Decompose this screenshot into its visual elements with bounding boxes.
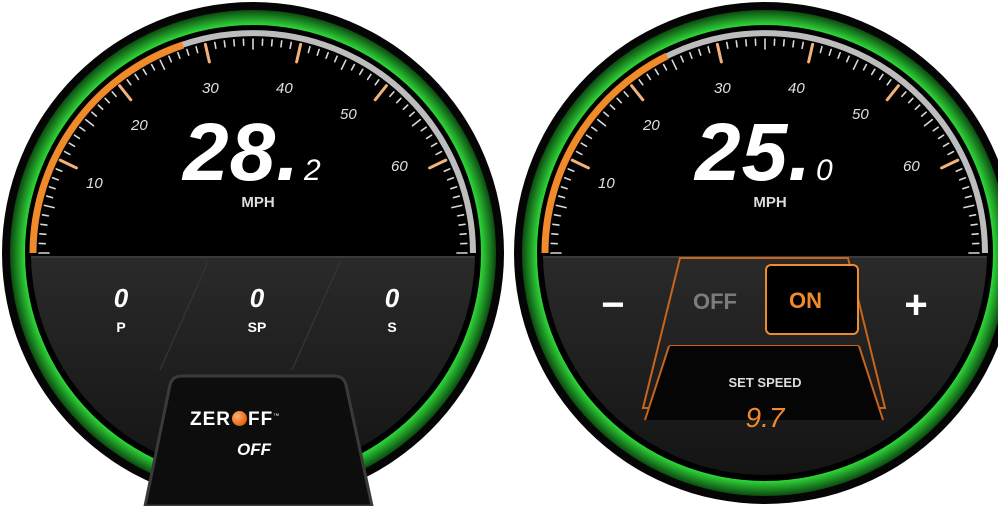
minor-tick [459, 233, 467, 236]
minor-tick [289, 41, 293, 50]
zero-off-state: OFF [237, 440, 271, 459]
tick-label-40: 40 [276, 80, 293, 97]
cruise-off-button[interactable]: OFF [693, 289, 737, 315]
tick-label-60: 60 [903, 158, 920, 175]
minor-tick [725, 41, 729, 50]
speed-integer: 25. [695, 107, 812, 198]
tick-label-50: 50 [340, 106, 357, 123]
minor-tick [792, 40, 795, 48]
tick-label-40: 40 [788, 80, 805, 97]
speed-readout: 28. 2 [183, 112, 322, 194]
tick-label-30: 30 [202, 80, 219, 97]
right-gauge: 10 20 30 40 50 60 25. 0 MPH − + OFF ON SE… [512, 0, 998, 506]
speed-unit: MPH [753, 194, 787, 211]
minor-tick [458, 223, 466, 226]
tick-label-10: 10 [598, 175, 615, 192]
left-gauge: 10 20 30 40 50 60 28. 2 MPH 0 P 0 SP 0 S … [0, 0, 506, 506]
minor-tick [40, 223, 48, 226]
trim-port-value: 0 [113, 283, 129, 313]
minor-tick [801, 41, 805, 50]
minor-tick [270, 39, 273, 47]
minor-tick [233, 39, 236, 47]
set-speed-label: SET SPEED [728, 375, 802, 390]
orange-ball-icon [232, 411, 247, 426]
minor-tick [782, 39, 785, 47]
tick-label-20: 20 [643, 117, 660, 134]
minor-tick [551, 233, 559, 236]
trim-spd-label: SP [247, 319, 267, 335]
trim-port-label: P [116, 319, 126, 335]
decrease-speed-button[interactable]: − [588, 283, 638, 328]
set-speed-value: 9.7 [745, 402, 785, 433]
increase-speed-button[interactable]: + [891, 283, 941, 328]
trim-stbd-value: 0 [384, 283, 400, 313]
tick-label-60: 60 [391, 158, 408, 175]
cruise-on-button[interactable]: ON [789, 288, 822, 314]
tick-label-20: 20 [131, 117, 148, 134]
trim-stbd-label: S [387, 319, 397, 335]
minor-tick [39, 233, 47, 236]
speed-unit: MPH [241, 194, 275, 211]
minor-tick [456, 213, 465, 217]
minor-tick [735, 40, 738, 48]
speed-decimal: 0 [816, 154, 834, 187]
logo-suffix: FF [248, 409, 274, 430]
minor-tick [971, 233, 979, 236]
tick-label-50: 50 [852, 106, 869, 123]
zero-off-logo[interactable]: ZER FF™ [190, 409, 280, 431]
minor-tick [745, 39, 748, 47]
minor-tick [553, 213, 562, 217]
minor-tick [970, 223, 978, 226]
tick-label-10: 10 [86, 175, 103, 192]
speed-decimal: 2 [304, 154, 322, 187]
minor-tick [552, 223, 560, 226]
logo-prefix: ZER [190, 409, 231, 430]
minor-tick [213, 41, 217, 50]
tick-label-30: 30 [714, 80, 731, 97]
speed-readout: 25. 0 [695, 112, 834, 194]
minor-tick [41, 213, 50, 217]
trim-spd-value: 0 [249, 283, 265, 313]
logo-trademark: ™ [273, 413, 281, 420]
minor-tick [968, 213, 977, 217]
minor-tick [280, 40, 283, 48]
speed-integer: 28. [183, 107, 300, 198]
minor-tick [223, 40, 226, 48]
